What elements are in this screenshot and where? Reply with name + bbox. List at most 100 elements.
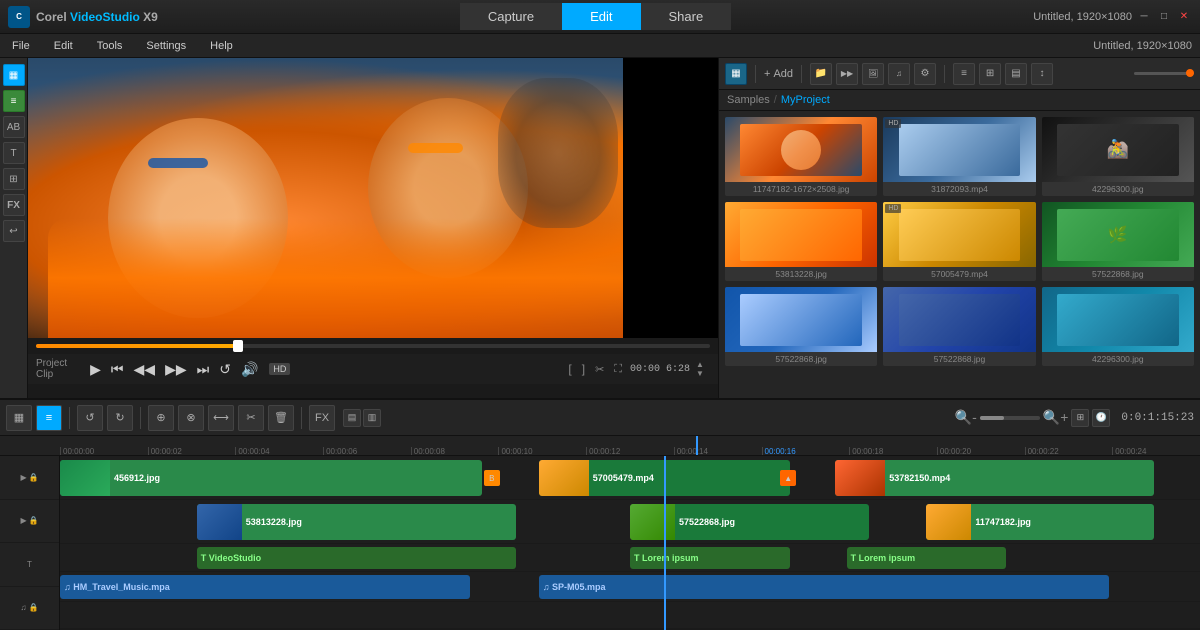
audio-filter-btn[interactable]: ♫	[888, 63, 910, 85]
tl-redo-btn[interactable]: ↻	[107, 405, 133, 431]
media-video-btn[interactable]: ▦	[725, 63, 747, 85]
text-clip-lorem1[interactable]: T Lorem ipsum	[630, 547, 790, 569]
tl-cut-btn[interactable]: ✂	[238, 405, 264, 431]
tl-collapse-btn[interactable]: ▥	[363, 409, 381, 427]
tool-transition[interactable]: ↩	[3, 220, 25, 242]
media-thumb-5[interactable]: HD 57005479.mp4	[883, 202, 1035, 281]
tool-fx[interactable]: FX	[3, 194, 25, 216]
text-clip-videostudio[interactable]: T VideoStudio	[197, 547, 516, 569]
track-lock-1[interactable]: 🔒	[29, 473, 39, 482]
title-bar: C Corel VideoStudio X9 Capture Edit Shar…	[0, 0, 1200, 34]
media-thumb-3[interactable]: 🚵 42296300.jpg	[1042, 117, 1194, 196]
ruler-2: 00:00:02	[148, 447, 236, 455]
maximize-button[interactable]: □	[1156, 9, 1172, 25]
tool-video[interactable]: ▦	[3, 64, 25, 86]
nav-samples[interactable]: Samples	[727, 94, 770, 106]
transition-1[interactable]: B	[482, 460, 502, 496]
play-button[interactable]: ▶	[87, 361, 104, 378]
track-lock-2[interactable]: 🔒	[29, 516, 39, 525]
menu-edit[interactable]: Edit	[50, 38, 77, 54]
tl-fx-btn[interactable]: FX	[309, 405, 335, 431]
image-filter-btn[interactable]: 🖼	[862, 63, 884, 85]
timeline-ruler: 00:00:00 00:00:02 00:00:04 00:00:06 00:0…	[0, 436, 1200, 456]
fit-view-btn[interactable]: ⊞	[1071, 409, 1089, 427]
plus-icon: +	[764, 68, 770, 80]
media-thumb-4[interactable]: 53813228.jpg	[725, 202, 877, 281]
progress-thumb[interactable]	[233, 340, 243, 352]
menu-settings[interactable]: Settings	[142, 38, 190, 54]
tl-record-btn[interactable]: ⊕	[148, 405, 174, 431]
clip-456912[interactable]: 456912.jpg	[60, 460, 482, 496]
mark-in-button[interactable]: [	[568, 362, 571, 376]
tool-graphic[interactable]: ⊞	[3, 168, 25, 190]
tool-title[interactable]: T	[3, 142, 25, 164]
clip-53813228[interactable]: 53813228.jpg	[197, 504, 516, 540]
transition-2[interactable]: ▲	[778, 460, 798, 496]
step-back-button[interactable]: ◀◀	[131, 361, 159, 378]
progress-bar[interactable]	[36, 344, 710, 348]
audio-clip-sp[interactable]: ♫ SP-M05.mpa	[539, 575, 1109, 599]
video-filter-btn[interactable]: ▶▶	[836, 63, 858, 85]
menu-file[interactable]: File	[8, 38, 34, 54]
playback-controls: Project Clip ▶ ⏮ ◀◀ ▶▶ ⏭ ↺ 🔊 HD [ ] ✂ ⛶ …	[28, 354, 718, 384]
repeat-button[interactable]: ↺	[216, 361, 234, 378]
track-label-1: ▶ 🔒	[0, 456, 59, 500]
audio-clip-travel[interactable]: ♫ HM_Travel_Music.mpa	[60, 575, 470, 599]
tl-clock-btn[interactable]: 🕐	[1092, 409, 1110, 427]
list-view-btn[interactable]: ≡	[953, 63, 975, 85]
zoom-out-btn[interactable]: 🔍-	[955, 409, 977, 426]
sunglasses-left	[148, 158, 208, 168]
prev-frame-button[interactable]: ⏮	[108, 361, 127, 378]
fullscreen-button[interactable]: ⛶	[614, 363, 622, 376]
tl-toggle-btn[interactable]: ≡	[36, 405, 62, 431]
ruler-4: 00:00:04	[235, 447, 323, 455]
media-thumb-8[interactable]: 57522868.jpg	[883, 287, 1035, 366]
media-thumb-7[interactable]: 57522868.jpg	[725, 287, 877, 366]
settings-filter-btn[interactable]: ⚙	[914, 63, 936, 85]
clip-53782150[interactable]: 53782150.mp4	[835, 460, 1154, 496]
tool-ab[interactable]: AB	[3, 116, 25, 138]
folder-btn[interactable]: 📁	[810, 63, 832, 85]
sort-btn[interactable]: ↕	[1031, 63, 1053, 85]
add-media-button[interactable]: + + Add Add	[764, 68, 793, 80]
tab-edit[interactable]: Edit	[562, 3, 640, 30]
tab-share[interactable]: Share	[641, 3, 732, 30]
close-button[interactable]: ✕	[1176, 9, 1192, 25]
clip-trim-button[interactable]: ✂	[595, 363, 604, 376]
grid-view-btn[interactable]: ⊞	[979, 63, 1001, 85]
tl-mixer-btn[interactable]: ▤	[343, 409, 361, 427]
nav-myproject[interactable]: MyProject	[781, 94, 830, 106]
tool-track[interactable]: ≡	[3, 90, 25, 112]
text-clip-lorem2[interactable]: T Lorem ipsum	[847, 547, 1007, 569]
tl-snap-btn[interactable]: ⊗	[178, 405, 204, 431]
zoom-slider[interactable]	[980, 416, 1040, 420]
slider-thumb[interactable]	[1186, 69, 1194, 77]
next-frame-button[interactable]: ⏭	[194, 361, 213, 378]
detail-view-btn[interactable]: ▤	[1005, 63, 1027, 85]
tl-track-btn[interactable]: ▦	[6, 405, 32, 431]
media-thumb-1[interactable]: 11747182-1672×2508.jpg	[725, 117, 877, 196]
zoom-in-btn[interactable]: 🔍+	[1043, 409, 1069, 426]
mark-out-button[interactable]: ]	[582, 362, 585, 376]
tl-delete-btn[interactable]: 🗑	[268, 405, 294, 431]
thumb-size-slider[interactable]	[1134, 72, 1194, 75]
clip-11747182[interactable]: 11747182.jpg	[926, 504, 1154, 540]
minimize-button[interactable]: ─	[1136, 9, 1152, 25]
ruler-6: 00:00:06	[323, 447, 411, 455]
thumb-preview-5	[899, 209, 1021, 261]
menu-tools[interactable]: Tools	[93, 38, 127, 54]
thumb-img-1	[725, 117, 877, 182]
clip-thumb-6	[926, 504, 971, 540]
step-fwd-button[interactable]: ▶▶	[162, 361, 190, 378]
media-thumb-2[interactable]: HD 31872093.mp4	[883, 117, 1035, 196]
tab-capture[interactable]: Capture	[460, 3, 562, 30]
volume-button[interactable]: 🔊	[238, 361, 261, 378]
tl-undo-btn[interactable]: ↺	[77, 405, 103, 431]
sunglasses-right	[408, 143, 463, 153]
media-thumb-6[interactable]: 🌿 57522868.jpg	[1042, 202, 1194, 281]
media-thumb-9[interactable]: 42296300.jpg	[1042, 287, 1194, 366]
track-lock-audio[interactable]: 🔒	[29, 603, 39, 612]
timecode-stepper[interactable]: ▲ ▼	[696, 360, 710, 378]
menu-help[interactable]: Help	[206, 38, 237, 54]
tl-ripple-btn[interactable]: ⟷	[208, 405, 234, 431]
